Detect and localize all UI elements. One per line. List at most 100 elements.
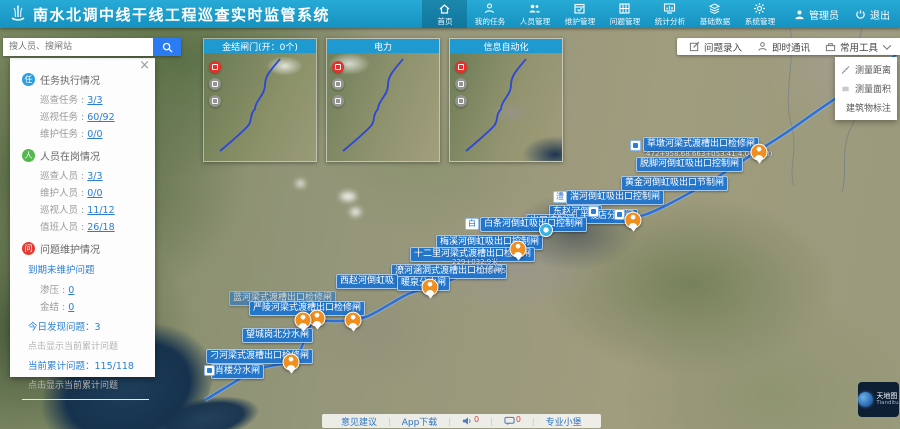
inspector-marker[interactable] [422,279,439,296]
announcement-button[interactable]: 0 [451,416,490,426]
inspector-marker[interactable] [625,212,642,229]
overview-panel: × 任 任务执行情况 巡查任务3/3 巡视任务60/92 维护任务0/0 人 人… [10,58,155,377]
legend-alarm-button[interactable] [209,61,221,73]
nav-item-statistics[interactable]: 统计分析 [647,0,692,28]
map-sublabel-chainage: 107+75 [478,267,506,275]
nav-item-system[interactable]: 系统管理 [737,0,782,28]
stat-value-link[interactable]: 11/12 [87,205,114,216]
measure-distance-item[interactable]: 测量距离 [835,60,897,79]
person-icon [757,41,768,52]
expired-problems-link[interactable]: 到期未维护问题 [28,262,149,276]
mini-map [204,53,316,161]
search-button[interactable] [153,38,181,56]
logout-button[interactable]: 退出 [870,7,890,22]
calendar-check-icon [573,2,586,15]
gate-icon[interactable] [630,140,641,151]
stat-value-link[interactable]: 0 [68,302,74,313]
legend-layer-button[interactable] [332,95,344,107]
mini-panel-gates[interactable]: 金结闸门(开：0个) [203,38,317,162]
map-toolbar: 问题录入 即时通讯 常用工具 [677,38,900,55]
mini-panel-info[interactable]: 信息自动化 [449,38,563,162]
stat-value-link[interactable]: 0 [68,285,74,296]
map-label-gate[interactable]: 脱脚河倒虹吸出口控制闸 [636,157,743,172]
nav-item-maintenance[interactable]: 维护管理 [557,0,602,28]
stat-value-link[interactable]: 0/0 [87,129,102,140]
inspector-marker[interactable] [283,354,300,371]
inspector-marker[interactable] [345,312,362,329]
map-mini-tag[interactable]: 白 [465,218,479,230]
fountain-logo-icon [8,4,28,24]
station-marker[interactable] [539,223,553,237]
nav-item-personnel[interactable]: 人员管理 [512,0,557,28]
legend-layer-button[interactable] [455,78,467,90]
stat-row: 维护人员0/0 [40,185,149,199]
home-icon [438,2,451,15]
close-icon[interactable]: × [139,59,150,73]
message-button[interactable]: 0 [493,416,532,426]
total-problems-link[interactable]: 当前累计问题：115/118 [28,358,149,372]
stat-value-link[interactable]: 0/0 [87,188,102,199]
inspector-marker[interactable] [510,241,527,258]
common-tools-button[interactable]: 常用工具 [825,40,890,54]
stat-row: 巡视人员11/12 [40,202,149,216]
map-label-gate[interactable]: 白条河倒虹吸出口控制闸 [480,217,587,232]
legend-layer-button[interactable] [332,78,344,90]
mini-canal [450,53,562,161]
map-label-gate[interactable]: 肖楼分水闸 [211,364,264,379]
user-area: 管理员 退出 [782,0,900,28]
user-icon [794,9,805,20]
mini-panel-title: 金结闸门(开：0个) [204,39,316,53]
main-nav: 首页 我的任务 人员管理 维护管理 问题管理 统计分析 [422,0,782,28]
feedback-link[interactable]: 意见建议 [330,415,388,428]
layers-icon [708,2,721,15]
gate-icon[interactable] [204,365,215,376]
gate-icon[interactable] [588,206,599,217]
building-annotation-item[interactable]: 建筑物标注 [835,98,897,117]
nav-item-home[interactable]: 首页 [422,0,467,28]
person-task-icon [483,2,496,15]
inspector-marker[interactable] [295,312,312,329]
nav-item-base-data[interactable]: 基础数据 [692,0,737,28]
search-bar [3,38,181,56]
inspector-marker[interactable] [751,144,768,161]
nav-item-my-tasks[interactable]: 我的任务 [467,0,512,28]
staff-icon: 人 [22,149,35,162]
instant-message-button[interactable]: 即时通讯 [757,40,810,54]
mini-panel-power[interactable]: 电力 [326,38,440,162]
stat-value-link[interactable]: 3/3 [87,171,102,182]
gate-icon[interactable] [614,209,625,220]
map-sublabel-chainage: 229+032.9米 [452,258,498,266]
app-root: 草墩河梁式渡槽出口检修闸脱脚河倒虹吸出口控制闸黄金河倒虹吸出口节制闸湍河倒虹吸出… [0,0,900,429]
tools-icon [825,41,836,52]
legend-layer-button[interactable] [455,95,467,107]
search-input[interactable] [3,38,153,56]
stat-row: 渗压0 [40,282,149,296]
mini-panel-title: 电力 [327,39,439,53]
legend-alarm-button[interactable] [455,61,467,73]
stat-value-link[interactable]: 26/18 [87,222,114,233]
mini-canal [204,53,316,161]
map-mini-tag[interactable]: 澧 [553,191,567,203]
map-label-gate[interactable]: 黄金河倒虹吸出口节制闸 [621,176,728,191]
nav-item-problems[interactable]: 问题管理 [602,0,647,28]
problem-entry-button[interactable]: 问题录入 [689,40,742,54]
section-task-header: 任 任务执行情况 [22,72,149,87]
current-user[interactable]: 管理员 [809,7,839,22]
mini-panel-title: 信息自动化 [450,39,562,53]
power-icon [855,9,866,20]
today-problems-link[interactable]: 今日发现问题：3 [28,319,149,333]
expert-service-link[interactable]: 专业小堡 [535,415,593,428]
map-label-gate[interactable]: 湍河倒虹吸出口控制闸 [566,190,664,205]
area-icon [841,84,850,94]
stat-value-link[interactable]: 60/92 [87,112,114,123]
legend-layer-button[interactable] [209,78,221,90]
app-download-link[interactable]: App下载 [391,415,449,428]
section-staff-header: 人 人员在岗情况 [22,148,149,163]
stat-value-link[interactable]: 3/3 [87,95,102,106]
task-icon: 任 [22,73,35,86]
legend-alarm-button[interactable] [332,61,344,73]
measure-area-item[interactable]: 测量面积 [835,79,897,98]
gear-icon [753,2,766,15]
map-label-gate[interactable]: 西赵河倒虹吸 [336,274,398,289]
legend-layer-button[interactable] [209,95,221,107]
